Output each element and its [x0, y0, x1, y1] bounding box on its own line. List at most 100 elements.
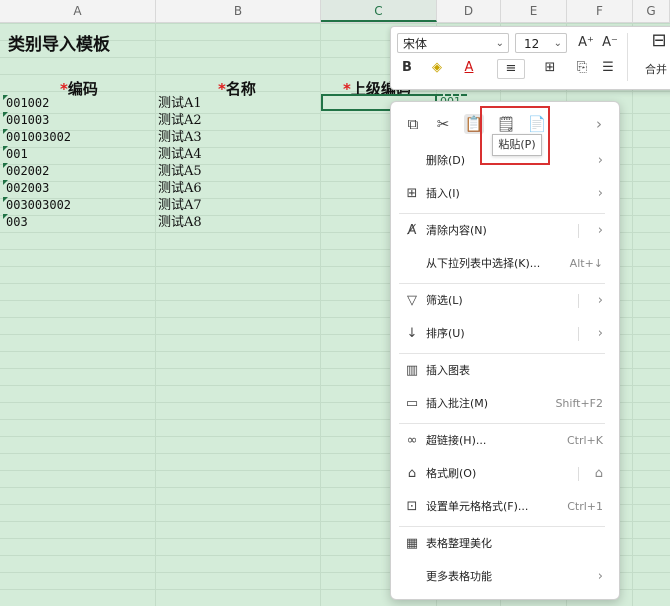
merge-button[interactable]: 合并: [639, 61, 670, 79]
hyperlink-icon: ∞: [406, 433, 418, 448]
menu-item-label: 设置单元格格式(F)...: [426, 500, 529, 513]
chart-icon: ▥: [405, 363, 419, 378]
code-cell[interactable]: 002002: [6, 163, 49, 180]
name-cell[interactable]: 测试A5: [158, 163, 202, 180]
paste-special-icon[interactable]: ⎘: [571, 59, 593, 77]
menu-item-clear-content[interactable]: A̸ 清除内容(N) ›: [391, 216, 619, 246]
menu-item-sort[interactable]: ↓ 排序(U) ›: [391, 319, 619, 349]
menu-item-insert[interactable]: ⊞ 插入(I) ›: [391, 179, 619, 209]
chevron-down-icon: ⌄: [495, 38, 504, 49]
code-cell[interactable]: 003: [6, 214, 28, 231]
menu-item-beautify[interactable]: ▦ 表格整理美化: [391, 529, 619, 559]
table-row[interactable]: 001 测试A4: [0, 146, 390, 163]
merge-icon[interactable]: ⊟: [647, 32, 670, 50]
chevron-right-icon: ›: [597, 223, 603, 238]
name-cell[interactable]: 测试A1: [158, 95, 202, 112]
format-painter-lock-icon[interactable]: ⌂: [595, 459, 603, 489]
menu-item-shortcut: Ctrl+K: [566, 434, 603, 447]
bold-button[interactable]: B: [399, 59, 415, 77]
chevron-right-icon: ›: [597, 186, 603, 201]
beautify-icon: ▦: [405, 536, 419, 551]
code-cell[interactable]: 003003002: [6, 197, 71, 214]
menu-item-label: 插入批注(M): [426, 397, 489, 410]
highlight-box: [480, 106, 550, 165]
name-cell[interactable]: 测试A2: [158, 112, 202, 129]
column-header-g[interactable]: G: [633, 0, 670, 22]
menu-item-more-functions[interactable]: 更多表格功能 ›: [391, 562, 619, 592]
table-row[interactable]: 002003 测试A6: [0, 180, 390, 197]
border-icon[interactable]: ⊞: [537, 59, 563, 77]
menu-item-label: 筛选(L): [426, 294, 463, 307]
copy-icon[interactable]: ⧉: [403, 114, 423, 134]
menu-item-cell-format[interactable]: ⊡ 设置单元格格式(F)... Ctrl+1: [391, 492, 619, 522]
menu-item-label: 插入(I): [426, 187, 460, 200]
column-header-c[interactable]: C: [321, 0, 437, 22]
chevron-right-icon: ›: [597, 326, 603, 341]
table-row[interactable]: 001003002 测试A3: [0, 129, 390, 146]
menu-item-format-painter[interactable]: ⌂ 格式刷(O) ⌂: [391, 459, 619, 489]
table-row[interactable]: 001003 测试A2: [0, 112, 390, 129]
table-row[interactable]: 003 测试A8: [0, 214, 390, 231]
font-size-select[interactable]: 12 ⌄: [515, 33, 567, 53]
menu-item-shortcut: Alt+↓: [569, 257, 603, 270]
column-header-b[interactable]: B: [156, 0, 321, 22]
chevron-right-icon: ›: [597, 293, 603, 308]
format-painter-icon: ⌂: [407, 466, 417, 481]
name-cell[interactable]: 测试A6: [158, 180, 202, 197]
table-row[interactable]: 003003002 测试A7: [0, 197, 390, 214]
column-header-f[interactable]: F: [567, 0, 633, 22]
menu-item-label: 插入图表: [426, 364, 470, 377]
chevron-right-icon: ›: [597, 153, 603, 168]
cell-format-icon: ⊡: [406, 499, 418, 514]
column-header-e[interactable]: E: [501, 0, 567, 22]
code-cell[interactable]: 001003: [6, 112, 49, 129]
code-cell[interactable]: 001003002: [6, 129, 71, 146]
menu-item-label: 格式刷(O): [426, 467, 477, 480]
menu-item-shortcut: Shift+F2: [555, 397, 603, 410]
font-family-select[interactable]: 宋体 ⌄: [397, 33, 509, 53]
column-header-bar: A B C D E F G: [0, 0, 670, 23]
column-header-d[interactable]: D: [437, 0, 501, 22]
table-row[interactable]: 002002 测试A5: [0, 163, 390, 180]
column-header-a[interactable]: A: [0, 0, 156, 22]
name-cell[interactable]: 测试A7: [158, 197, 202, 214]
code-cell[interactable]: 001002: [6, 95, 49, 112]
filter-icon: ▽: [407, 293, 417, 308]
menu-item-shortcut: Ctrl+1: [567, 500, 603, 513]
menu-item-insert-chart[interactable]: ▥ 插入图表: [391, 356, 619, 386]
menu-item-filter[interactable]: ▽ 筛选(L) ›: [391, 286, 619, 316]
comment-icon: ▭: [405, 396, 419, 411]
decrease-font-button[interactable]: A⁻: [601, 34, 619, 52]
menu-item-label: 更多表格功能: [426, 570, 492, 583]
font-color-icon[interactable]: A: [457, 59, 481, 77]
format-icon[interactable]: ☰: [597, 59, 619, 77]
font-size-value: 12: [524, 37, 540, 51]
font-family-value: 宋体: [403, 37, 428, 51]
chevron-right-icon: ›: [597, 569, 603, 584]
name-cell[interactable]: 测试A8: [158, 214, 202, 231]
align-icon[interactable]: ≡: [497, 59, 525, 79]
menu-item-label: 清除内容(N): [426, 224, 487, 237]
menu-item-hyperlink[interactable]: ∞ 超链接(H)... Ctrl+K: [391, 426, 619, 456]
menu-item-label: 超链接(H)...: [426, 434, 487, 447]
menu-item-pick-from-list[interactable]: 从下拉列表中选择(K)... Alt+↓: [391, 249, 619, 279]
insert-icon: ⊞: [406, 186, 418, 201]
code-cell[interactable]: 001: [6, 146, 28, 163]
code-cell[interactable]: 002003: [6, 180, 49, 197]
chevron-right-icon[interactable]: ›: [589, 114, 609, 134]
name-cell[interactable]: 测试A4: [158, 146, 202, 163]
menu-item-insert-comment[interactable]: ▭ 插入批注(M) Shift+F2: [391, 389, 619, 419]
menu-item-label: 删除(D): [426, 154, 466, 167]
sheet-title[interactable]: 类别导入模板: [8, 30, 110, 55]
fill-color-icon[interactable]: ◈: [425, 59, 449, 77]
clear-content-icon: A̸: [407, 223, 417, 238]
chevron-down-icon: ⌄: [553, 38, 562, 49]
mini-toolbar: 宋体 ⌄ 12 ⌄ A⁺ A⁻ ⊟ B ◈ A ≡ ⊞ ⎘ ☰ 合并: [390, 26, 670, 90]
increase-font-button[interactable]: A⁺: [577, 34, 595, 52]
name-cell[interactable]: 测试A3: [158, 129, 202, 146]
menu-item-label: 表格整理美化: [426, 537, 492, 550]
menu-item-label: 从下拉列表中选择(K)...: [426, 257, 541, 270]
menu-item-label: 排序(U): [426, 327, 465, 340]
cut-icon[interactable]: ✂: [433, 114, 453, 134]
sort-icon: ↓: [406, 326, 418, 341]
